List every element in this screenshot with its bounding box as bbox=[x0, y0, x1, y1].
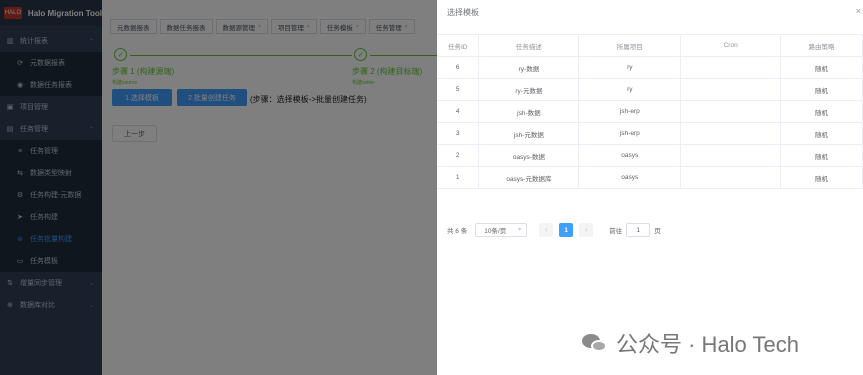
drawer-title: 选择模板 bbox=[447, 7, 479, 17]
cell-id: 3 bbox=[437, 122, 480, 145]
cell-project: jsh-erp bbox=[578, 122, 682, 145]
cell-cron bbox=[680, 166, 782, 189]
cell-route: 随机 bbox=[780, 56, 863, 79]
cell-cron bbox=[680, 122, 782, 145]
cell-desc: jsh-元数据 bbox=[478, 122, 580, 145]
table-row[interactable]: 1 oasys-元数据库 oasys 随机 bbox=[437, 166, 863, 189]
cell-cron bbox=[680, 56, 782, 79]
cell-desc: ry-数据 bbox=[478, 56, 580, 79]
page-size-select[interactable]: 10条/页 ▼ bbox=[475, 223, 528, 237]
cell-id: 5 bbox=[437, 78, 480, 101]
col-task-id[interactable]: 任务ID bbox=[437, 34, 480, 57]
cell-route: 随机 bbox=[780, 122, 863, 145]
cell-cron bbox=[680, 78, 782, 101]
cell-project: oasys bbox=[578, 144, 682, 167]
table-body: 6 ry-数据 ry 随机 5 ry-元数据 ry 随机 4 jsh-数据 jsh-erp 随机 3 js… bbox=[437, 56, 863, 189]
cell-project: jsh-erp bbox=[578, 100, 682, 123]
page-unit: 页 bbox=[654, 228, 661, 235]
col-project[interactable]: 所属项目 bbox=[578, 34, 682, 57]
cell-route: 随机 bbox=[780, 166, 863, 189]
template-table: 任务ID 任务描述 所属项目 Cron 路由策略 6 ry-数据 ry 随机 5 ry-元… bbox=[437, 34, 863, 189]
drawer-header: 选择模板 × bbox=[437, 0, 863, 24]
cell-id: 4 bbox=[437, 100, 480, 123]
table-row[interactable]: 5 ry-元数据 ry 随机 bbox=[437, 78, 863, 101]
pagination: 共 6 条 10条/页 ▼ ‹ 1 › 前往 1 页 bbox=[447, 223, 661, 237]
cell-desc: jsh-数据 bbox=[478, 100, 580, 123]
total-count: 共 6 条 bbox=[447, 228, 468, 235]
cell-id: 1 bbox=[437, 166, 480, 189]
cell-cron bbox=[680, 144, 782, 167]
cell-route: 随机 bbox=[780, 78, 863, 101]
goto-page-input[interactable]: 1 bbox=[626, 223, 651, 237]
cell-id: 2 bbox=[437, 144, 480, 167]
wechat-icon bbox=[582, 332, 608, 354]
modal-overlay[interactable] bbox=[0, 0, 437, 375]
col-desc[interactable]: 任务描述 bbox=[478, 34, 580, 57]
cell-cron bbox=[680, 100, 782, 123]
cell-desc: oasys-元数据库 bbox=[478, 166, 580, 189]
cell-route: 随机 bbox=[780, 144, 863, 167]
watermark-text: 公众号 · Halo Tech bbox=[616, 332, 799, 357]
table-header: 任务ID 任务描述 所属项目 Cron 路由策略 bbox=[437, 34, 863, 57]
cell-desc: ry-元数据 bbox=[478, 78, 580, 101]
cell-desc: oasys-数据 bbox=[478, 144, 580, 167]
cell-project: ry bbox=[578, 78, 682, 101]
col-cron[interactable]: Cron bbox=[680, 34, 782, 57]
chevron-down-icon: ▼ bbox=[517, 227, 523, 233]
watermark: 公众号 · Halo Tech bbox=[582, 327, 799, 359]
table-row[interactable]: 6 ry-数据 ry 随机 bbox=[437, 56, 863, 79]
col-route[interactable]: 路由策略 bbox=[780, 34, 863, 57]
page-size-value: 10条/页 bbox=[484, 228, 507, 235]
next-page-button[interactable]: › bbox=[579, 223, 594, 237]
template-drawer: 选择模板 × 任务ID 任务描述 所属项目 Cron 路由策略 6 ry-数据 ry… bbox=[437, 0, 863, 375]
table-row[interactable]: 3 jsh-元数据 jsh-erp 随机 bbox=[437, 122, 863, 145]
cell-project: ry bbox=[578, 56, 682, 79]
table-row[interactable]: 2 oasys-数据 oasys 随机 bbox=[437, 144, 863, 167]
cell-project: oasys bbox=[578, 166, 682, 189]
close-icon[interactable]: × bbox=[856, 6, 861, 16]
cell-id: 6 bbox=[437, 56, 480, 79]
prev-page-button[interactable]: ‹ bbox=[539, 223, 554, 237]
page-1-button[interactable]: 1 bbox=[559, 223, 574, 237]
table-row[interactable]: 4 jsh-数据 jsh-erp 随机 bbox=[437, 100, 863, 123]
goto-label: 前往 bbox=[609, 228, 623, 235]
cell-route: 随机 bbox=[780, 100, 863, 123]
